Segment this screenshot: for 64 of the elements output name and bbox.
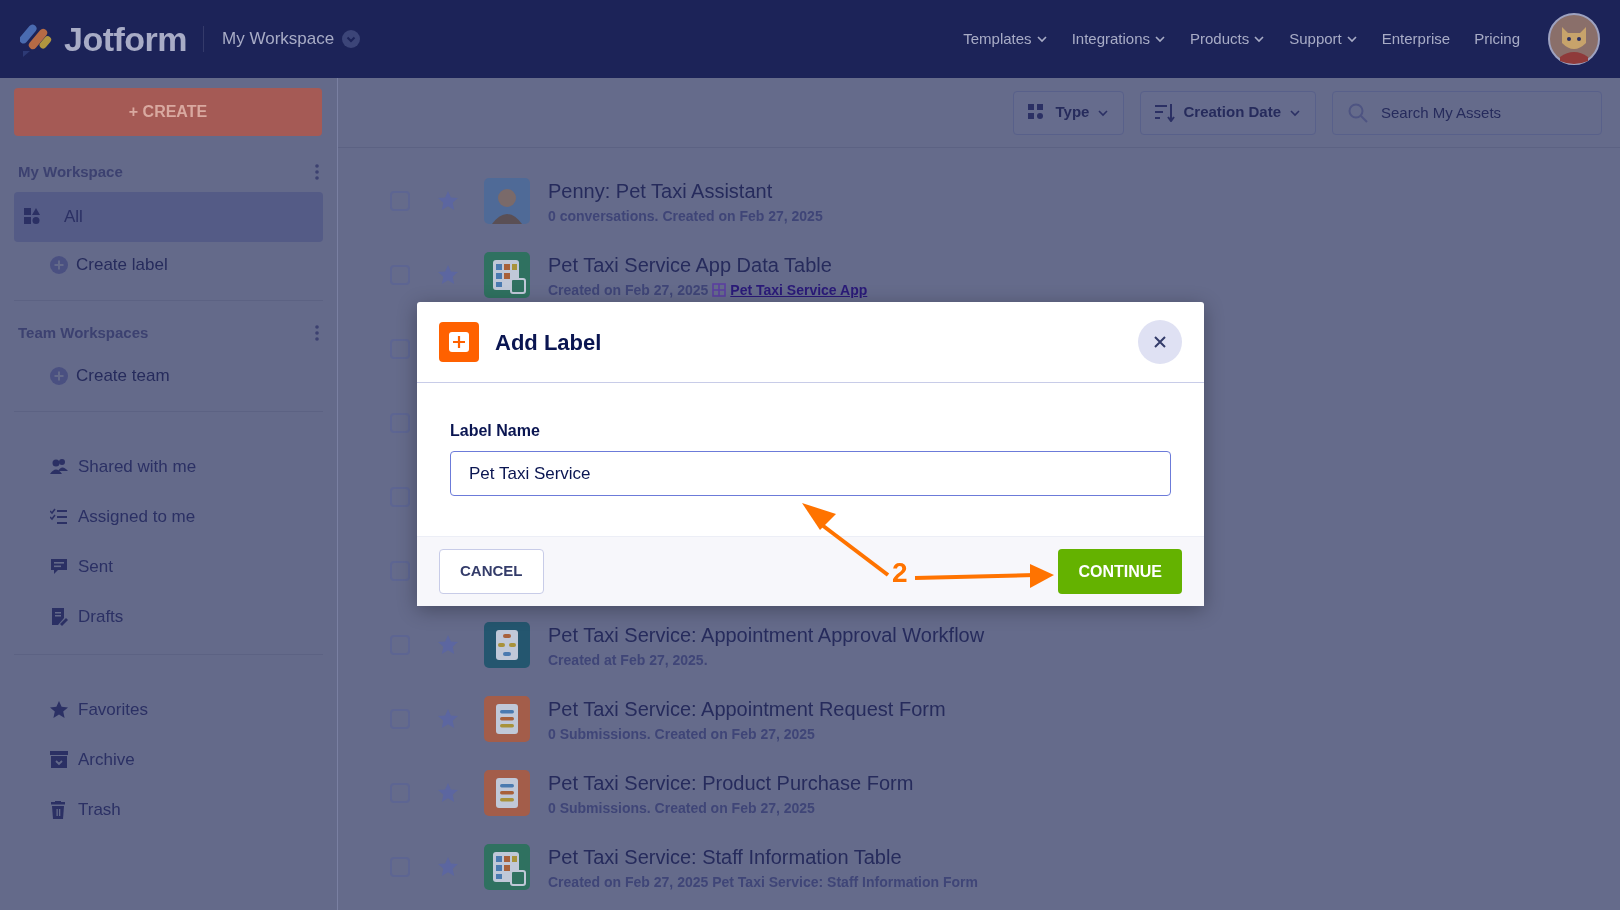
more-icon[interactable] [315,164,319,180]
asset-title[interactable]: Pet Taxi Service: Staff Information Table [548,841,978,872]
search-field[interactable]: Search My Assets [1332,90,1602,135]
chevron-down-icon [1035,33,1048,45]
filter-dropdown[interactable]: Creation Date [1140,90,1316,135]
close-icon [1153,335,1167,349]
chat-icon [50,558,68,576]
chevron-down-icon[interactable] [342,30,361,48]
chevron-down-icon [1154,33,1166,45]
brand-name[interactable]: Jotform [64,13,188,65]
field-label: Label Name [450,421,541,441]
sidebar-item[interactable]: Trash [14,785,323,835]
search-icon [1348,102,1368,123]
nav-link[interactable]: Integrations [1071,27,1166,51]
chevron-down-icon [1253,33,1266,45]
input-field[interactable]: Pet Taxi Service [450,451,1171,496]
plus-icon [439,322,479,362]
form-icon [484,770,530,816]
filter-dropdown[interactable]: Type [1012,90,1125,135]
sort-icon [1155,103,1176,122]
star-icon [50,701,68,719]
trash-icon [50,801,68,819]
archive-icon [50,751,68,769]
checklist-icon [50,508,68,526]
avatar-icon[interactable] [1548,13,1600,65]
sidebar-item[interactable]: Drafts [14,592,323,642]
table-icon [712,283,727,297]
asset-title[interactable]: Pet Taxi Service: Product Purchase Form [548,767,914,798]
plus-circle-icon[interactable] [50,367,68,385]
cancel-button[interactable]: CANCEL [439,549,544,594]
asset-title[interactable]: Pet Taxi Service App Data Table [548,249,868,280]
table-icon [484,844,530,890]
sidebar-item[interactable]: Sent [14,542,323,592]
grid-icon [24,208,42,226]
nav-link[interactable]: Enterprise [1381,27,1451,51]
nav-link[interactable]: Templates [963,27,1048,51]
form-icon [484,696,530,742]
step-number: 2 [892,559,908,587]
create-link[interactable]: Create team [76,363,170,389]
asset-link[interactable]: Pet Taxi Service App [730,279,868,301]
more-icon[interactable] [315,325,319,341]
nav-link[interactable]: Pricing [1474,27,1520,51]
dialog-title: Add Label [495,328,602,357]
asset-title[interactable]: Pet Taxi Service: Appointment Request Form [548,693,946,724]
asset-title[interactable]: Pet Taxi Service: Appointment Approval Workflow [548,619,985,650]
photo-placeholder [484,178,530,224]
create-link[interactable]: Create label [76,252,168,278]
nav-link[interactable]: Support [1289,27,1358,51]
sidebar-item[interactable]: Favorites [14,685,323,735]
asset-title[interactable]: Penny: Pet Taxi Assistant [548,175,823,206]
workspace-title[interactable]: My Workspace [222,26,335,52]
sidebar-item[interactable]: Archive [14,735,323,785]
sidebar-item[interactable]: Shared with me [14,442,323,492]
people-icon [50,458,68,476]
document-icon [50,608,68,626]
create-button[interactable]: + CREATE [14,88,322,136]
table-icon [484,252,530,298]
nav-link[interactable]: Products [1190,27,1266,51]
workflow-icon [484,622,530,668]
close-button[interactable] [1138,320,1182,364]
plus-circle-icon[interactable] [50,256,68,274]
sidebar-item[interactable]: Assigned to me [14,492,323,542]
chevron-down-icon [1345,33,1358,45]
continue-button[interactable]: CONTINUE [1058,549,1182,594]
